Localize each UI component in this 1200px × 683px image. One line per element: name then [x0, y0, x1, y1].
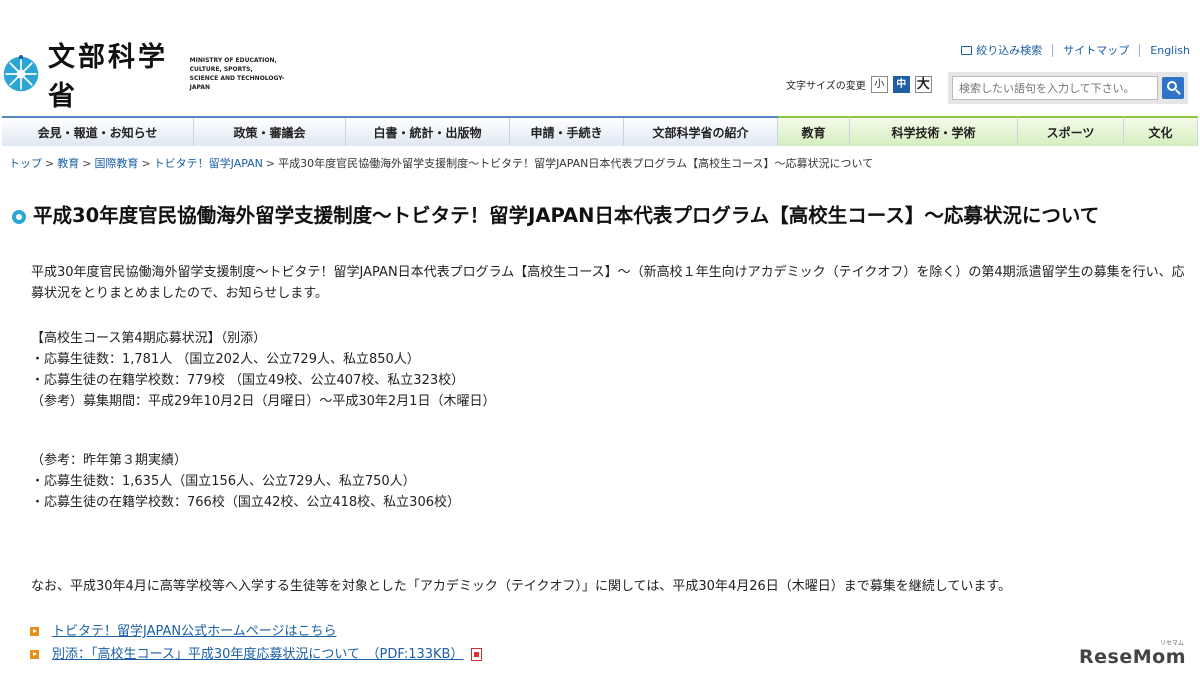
logo-text: 文部科学省 — [48, 42, 169, 112]
current-schools: ・応募生徒の在籍学校数：779校 （国立49校、公立407校、私立323校） — [31, 373, 465, 388]
breadcrumb: トップ > 教育 > 国際教育 > トビタテ！留学JAPAN > 平成30年度官民協働海外留学支… — [9, 155, 873, 171]
sitemap-link[interactable]: サイトマップ — [1063, 42, 1129, 58]
breadcrumb-separator: > — [141, 157, 151, 170]
arrow-bullet-icon — [30, 650, 39, 659]
font-size-small-button[interactable]: 小 — [870, 76, 888, 93]
nav-item-culture[interactable]: 文化 — [1124, 116, 1198, 146]
watermark-logo: ReseMom リセマム — [1079, 640, 1186, 668]
page-title: 平成30年度官民協働海外留学支援制度～トビタテ！留学JAPAN日本代表プログラム… — [33, 204, 1100, 227]
filter-search-icon — [961, 46, 973, 55]
watermark-subtext: リセマム — [1159, 640, 1184, 647]
nav-item-science[interactable]: 科学技術・学術 — [850, 116, 1018, 146]
list-item: 別添：「高校生コース」平成30年度応募状況について （PDF:133KB） — [30, 643, 483, 666]
filter-search-link[interactable]: 絞り込み検索 — [961, 42, 1042, 58]
breadcrumb-education[interactable]: 教育 — [57, 157, 79, 170]
reference-applicants: ・応募生徒数：1,635人（国立156人、公立729人、私立750人） — [31, 474, 416, 489]
related-links: トビタテ！留学JAPAN公式ホームページはこちら 別添：「高校生コース」平成30… — [30, 620, 483, 666]
breadcrumb-top[interactable]: トップ — [9, 157, 42, 170]
search-icon-handle — [1175, 89, 1182, 95]
breadcrumb-current: 平成30年度官民協働海外留学支援制度～トビタテ！留学JAPAN日本代表プログラム… — [278, 157, 874, 170]
nav-item-policy[interactable]: 政策・審議会 — [194, 118, 346, 146]
divider — [1139, 43, 1141, 57]
font-size-control: 文字サイズの変更 小 中 大 — [786, 76, 932, 93]
current-status-heading: 【高校生コース第4期応募状況】（別添） — [31, 331, 267, 346]
breadcrumb-separator: > — [265, 157, 276, 170]
breadcrumb-separator: > — [45, 157, 55, 170]
homepage-link[interactable]: トビタテ！留学JAPAN公式ホームページはこちら — [52, 620, 336, 643]
logo-subtext: MINISTRY OF EDUCATION, CULTURE, SPORTS, … — [189, 57, 285, 91]
breadcrumb-separator: > — [82, 157, 92, 170]
current-status-block: 【高校生コース第4期応募状況】（別添） ・応募生徒数：1,781人 （国立202… — [31, 328, 1191, 412]
attachment-pdf-link[interactable]: 別添：「高校生コース」平成30年度応募状況について （PDF:133KB） — [52, 643, 463, 666]
pdf-icon — [471, 648, 483, 661]
search-input[interactable] — [952, 76, 1159, 100]
utility-links: 絞り込み検索 サイトマップ English — [961, 42, 1190, 58]
arrow-bullet-icon — [30, 627, 39, 636]
current-applicants: ・応募生徒数：1,781人 （国立202人、公立729人、私立850人） — [31, 352, 420, 367]
application-period: （参考）募集期間：平成29年10月2日（月曜日）～平成30年2月1日（木曜日） — [31, 394, 496, 409]
breadcrumb-international-education[interactable]: 国際教育 — [94, 157, 138, 170]
reference-heading: （参考：昨年第３期実績） — [31, 453, 188, 468]
reference-block: （参考：昨年第３期実績） ・応募生徒数：1,635人（国立156人、公立729人… — [31, 450, 1191, 513]
nav-item-whitepaper[interactable]: 白書・統計・出版物 — [346, 118, 510, 146]
intro-paragraph: 平成30年度官民協働海外留学支援制度～トビタテ！留学JAPAN日本代表プログラム… — [31, 265, 1185, 301]
nav-item-about[interactable]: 文部科学省の紹介 — [624, 118, 778, 146]
search-button[interactable] — [1162, 77, 1184, 99]
title-bullet-icon — [12, 210, 26, 224]
list-item: トビタテ！留学JAPAN公式ホームページはこちら — [30, 620, 482, 643]
nav-item-application[interactable]: 申請・手続き — [510, 118, 624, 146]
nav-item-sports[interactable]: スポーツ — [1018, 116, 1124, 146]
font-size-large-button[interactable]: 大 — [914, 76, 932, 93]
english-link[interactable]: English — [1150, 44, 1190, 57]
font-size-label: 文字サイズの変更 — [786, 81, 866, 92]
logo-emblem-icon — [3, 54, 39, 92]
reference-schools: ・応募生徒の在籍学校数：766校（国立42校、公立418校、私立306校） — [31, 495, 460, 510]
breadcrumb-tobitate[interactable]: トビタテ！留学JAPAN — [154, 157, 263, 170]
global-nav: 会見・報道・お知らせ 政策・審議会 白書・統計・出版物 申請・手続き 文部科学省… — [2, 116, 1198, 146]
note-paragraph: なお、平成30年4月に高等学校等へ入学する生徒等を対象とした「アカデミック（テイ… — [31, 579, 1012, 594]
nav-item-education[interactable]: 教育 — [778, 116, 850, 146]
watermark-text: ReseMom — [1079, 646, 1186, 668]
divider — [1052, 43, 1054, 57]
nav-item-press[interactable]: 会見・報道・お知らせ — [2, 118, 194, 146]
search-box — [948, 72, 1188, 104]
site-header: 文部科学省 MINISTRY OF EDUCATION, CULTURE, SP… — [0, 0, 1200, 115]
site-logo[interactable]: 文部科学省 MINISTRY OF EDUCATION, CULTURE, SP… — [2, 42, 302, 112]
font-size-medium-button[interactable]: 中 — [892, 76, 910, 93]
